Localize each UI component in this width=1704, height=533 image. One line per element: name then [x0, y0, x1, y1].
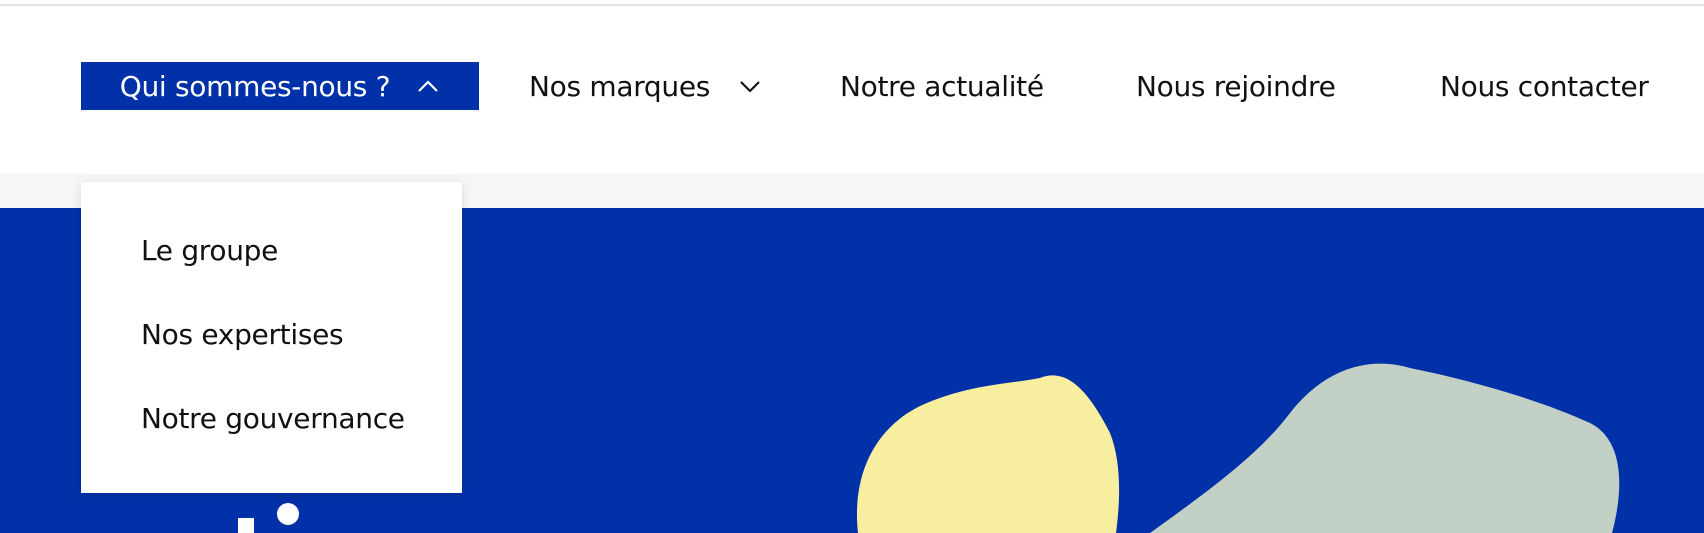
- sage-blob-shape: [1150, 363, 1620, 533]
- chevron-down-icon: [738, 78, 762, 94]
- nav-item-qui-sommes-nous[interactable]: Qui sommes-nous ?: [81, 62, 479, 110]
- nav-item-label: Qui sommes-nous ?: [119, 69, 391, 103]
- dropdown-item-nos-expertises[interactable]: Nos expertises: [141, 318, 344, 351]
- dropdown-menu-qui-sommes-nous: Le groupe Nos expertises Notre gouvernan…: [81, 182, 462, 493]
- nav-item-label: Notre actualité: [840, 69, 1044, 103]
- dropdown-item-le-groupe[interactable]: Le groupe: [141, 234, 278, 267]
- hero-text-fragment: [238, 518, 254, 533]
- chevron-up-icon: [416, 78, 440, 94]
- nav-item-label: Nous contacter: [1440, 69, 1649, 103]
- yellow-blob-shape: [856, 375, 1120, 533]
- nav-item-label: Nos marques: [529, 69, 711, 103]
- nav-item-nos-marques[interactable]: Nos marques: [529, 62, 762, 110]
- dropdown-item-notre-gouvernance[interactable]: Notre gouvernance: [141, 402, 405, 435]
- nav-item-notre-actualite[interactable]: Notre actualité: [840, 62, 1044, 110]
- nav-item-label: Nous rejoindre: [1136, 69, 1336, 103]
- site-header: Qui sommes-nous ? Nos marques Notre actu…: [0, 6, 1704, 174]
- hero-text-dot: [277, 503, 299, 525]
- nav-item-nous-contacter[interactable]: Nous contacter: [1440, 62, 1649, 110]
- nav-item-nous-rejoindre[interactable]: Nous rejoindre: [1136, 62, 1336, 110]
